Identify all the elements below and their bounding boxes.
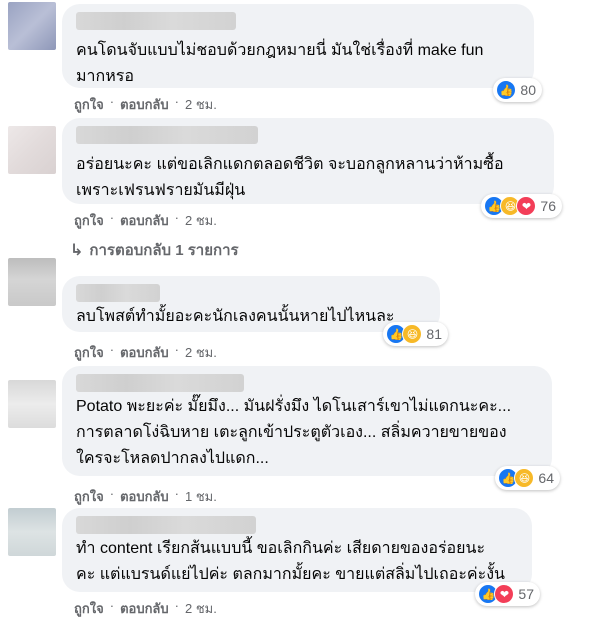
like-reaction-icon: 👍 — [496, 80, 517, 100]
like-button[interactable]: ถูกใจ — [74, 486, 104, 507]
avatar[interactable] — [8, 380, 56, 428]
reaction-summary[interactable]: 👍 😆 81 — [383, 322, 448, 346]
view-replies-link[interactable]: ↳ การตอบกลับ 1 รายการ — [70, 238, 239, 262]
comment-actions: ถูกใจ · ตอบกลับ · 2 ชม. — [74, 210, 217, 231]
reply-button[interactable]: ตอบกลับ — [120, 598, 169, 619]
commenter-name[interactable] — [76, 126, 258, 144]
separator-dot: · — [174, 342, 179, 357]
avatar[interactable] — [8, 508, 56, 556]
reaction-count: 81 — [426, 326, 442, 342]
separator-dot: · — [109, 342, 115, 357]
reply-arrow-icon: ↳ — [70, 242, 84, 259]
comment-text: ลบโพสต์ทำมั้ยอะคะนักเลงคนนั้นหายไปไหนละ — [76, 308, 395, 325]
reaction-summary[interactable]: 👍 😆 64 — [495, 466, 560, 490]
reaction-count: 80 — [520, 82, 536, 98]
reaction-count: 76 — [540, 198, 556, 214]
like-button[interactable]: ถูกใจ — [74, 598, 104, 619]
reaction-summary[interactable]: 👍 80 — [493, 78, 542, 102]
reply-button[interactable]: ตอบกลับ — [120, 342, 169, 363]
reaction-summary[interactable]: 👍 ❤ 57 — [475, 582, 540, 606]
love-reaction-icon: ❤ — [516, 196, 537, 216]
separator-dot: · — [109, 210, 115, 225]
comment-bubble: ทำ content เรียกส้นแบบนี้ ขอเลิกกินค่ะ เ… — [62, 508, 540, 606]
comment-bubble: อร่อยนะคะ แต่ขอเลิกแดกตลอดชีวิต จะบอกลูก… — [62, 118, 562, 218]
comment-actions: ถูกใจ · ตอบกลับ · 2 ชม. — [74, 94, 217, 115]
timestamp[interactable]: 2 ชม. — [185, 342, 217, 363]
separator-dot: · — [174, 598, 179, 613]
separator-dot: · — [109, 598, 115, 613]
avatar[interactable] — [8, 126, 56, 174]
separator-dot: · — [109, 486, 115, 501]
timestamp[interactable]: 2 ชม. — [185, 598, 217, 619]
timestamp[interactable]: 2 ชม. — [185, 210, 217, 231]
commenter-name[interactable] — [76, 284, 160, 302]
love-reaction-icon: ❤ — [494, 584, 515, 604]
comment-text: ทำ content เรียกส้นแบบนี้ ขอเลิกกินค่ะ เ… — [76, 540, 505, 583]
reaction-count: 57 — [518, 586, 534, 602]
reply-button[interactable]: ตอบกลับ — [120, 94, 169, 115]
commenter-name[interactable] — [76, 12, 236, 30]
reaction-summary[interactable]: 👍 😆 ❤ 76 — [481, 194, 562, 218]
commenter-name[interactable] — [76, 374, 244, 392]
separator-dot: · — [174, 94, 179, 109]
replies-count-label: การตอบกลับ 1 รายการ — [89, 242, 239, 259]
reply-button[interactable]: ตอบกลับ — [120, 210, 169, 231]
like-button[interactable]: ถูกใจ — [74, 342, 104, 363]
comment-actions: ถูกใจ · ตอบกลับ · 1 ชม. — [74, 486, 217, 507]
comment-actions: ถูกใจ · ตอบกลับ · 2 ชม. — [74, 598, 217, 619]
timestamp[interactable]: 1 ชม. — [185, 486, 217, 507]
reply-button[interactable]: ตอบกลับ — [120, 486, 169, 507]
comment-actions: ถูกใจ · ตอบกลับ · 2 ชม. — [74, 342, 217, 363]
reaction-count: 64 — [538, 470, 554, 486]
separator-dot: · — [174, 486, 179, 501]
commenter-name[interactable] — [76, 516, 256, 534]
separator-dot: · — [109, 94, 115, 109]
haha-reaction-icon: 😆 — [402, 324, 423, 344]
comment-text: อร่อยนะคะ แต่ขอเลิกแดกตลอดชีวิต จะบอกลูก… — [76, 156, 504, 199]
like-button[interactable]: ถูกใจ — [74, 210, 104, 231]
avatar[interactable] — [8, 2, 56, 50]
avatar[interactable] — [8, 258, 56, 306]
haha-reaction-icon: 😆 — [514, 468, 535, 488]
comment-bubble: คนโดนจับแบบไม่ชอบด้วยกฎหมายนี่ มันใช่เรื… — [62, 4, 542, 102]
comment-bubble: ลบโพสต์ทำมั้ยอะคะนักเลงคนนั้นหายไปไหนละ … — [62, 276, 448, 346]
separator-dot: · — [174, 210, 179, 225]
comment-text: Potato พะยะค่ะ มั๊ยมึง... มันฝรั่งมึง ได… — [76, 398, 512, 467]
timestamp[interactable]: 2 ชม. — [185, 94, 217, 115]
comment-bubble: Potato พะยะค่ะ มั๊ยมึง... มันฝรั่งมึง ได… — [62, 366, 560, 490]
comment-text: คนโดนจับแบบไม่ชอบด้วยกฎหมายนี่ มันใช่เรื… — [76, 42, 484, 85]
like-button[interactable]: ถูกใจ — [74, 94, 104, 115]
